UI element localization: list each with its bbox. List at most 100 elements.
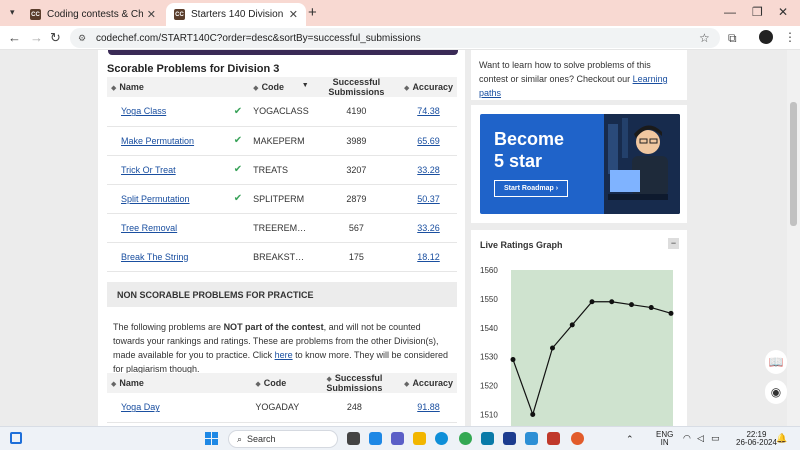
codechef-favicon-icon: CC	[30, 9, 41, 20]
address-toolbar: ← → ↻ ⚙ codechef.com/START140C?order=des…	[0, 26, 800, 50]
address-bar[interactable]: ⚙ codechef.com/START140C?order=desc&sort…	[70, 28, 720, 48]
successful-submissions: 3207	[346, 164, 367, 175]
solved-check-icon: ✔	[233, 135, 243, 146]
language-indicator[interactable]: ENG IN	[656, 431, 673, 447]
accuracy-link[interactable]: 65.69	[417, 136, 440, 146]
code-header[interactable]: ◆ Code ▼	[249, 77, 313, 97]
subs-header[interactable]: Successful Submissions	[312, 77, 401, 97]
teams-icon[interactable]	[391, 432, 404, 445]
rating-point[interactable]	[550, 345, 555, 351]
browser-menu-icon[interactable]: ⋮	[784, 30, 796, 44]
notifications-icon[interactable]: 🔔	[776, 434, 787, 443]
name-header[interactable]: ◆ Name	[107, 77, 230, 97]
tab-coding-contests[interactable]: CC Coding contests & Challenges ✕	[22, 3, 164, 26]
restore-icon[interactable]: ❐	[752, 5, 763, 19]
successful-submissions: 567	[348, 222, 364, 233]
accuracy-link[interactable]: 50.37	[417, 194, 440, 204]
accuracy-link[interactable]: 91.88	[417, 402, 440, 412]
scorable-table: ◆ Name ◆ Code ▼ Successful Submissions ◆ Acc…	[107, 77, 457, 272]
volume-icon[interactable]: ◁	[697, 434, 704, 443]
rating-point[interactable]	[569, 322, 575, 328]
accuracy-header[interactable]: ◆ Accuracy	[400, 77, 457, 97]
problem-name-link[interactable]: Trick Or Treat	[121, 165, 176, 175]
problem-code: TREEREM…	[253, 222, 307, 233]
profile-avatar[interactable]	[759, 30, 773, 44]
problem-name-link[interactable]: Break The String	[121, 252, 188, 262]
close-tab-icon[interactable]: ✕	[289, 8, 298, 21]
app-pen-icon[interactable]	[525, 432, 538, 445]
not-part-bold: NOT part of the contest	[223, 322, 324, 332]
vscode-icon[interactable]	[369, 432, 382, 445]
tab-title: Starters 140 Division 3 (Rated) Co	[191, 9, 285, 20]
problem-name-link[interactable]: Yoga Day	[121, 402, 160, 412]
tab-strip: CC Coding contests & Challenges ✕ CC Sta…	[0, 0, 800, 26]
accuracy-header[interactable]: ◆ Accuracy	[400, 373, 457, 393]
store-icon[interactable]	[481, 432, 494, 445]
minimize-icon[interactable]: —	[724, 5, 736, 19]
table-row: Trick Or Treat ✔ TREATS 3207 33.28	[107, 155, 457, 185]
app-l-icon[interactable]	[503, 432, 516, 445]
show-hidden-icons-icon[interactable]: ⌃	[626, 435, 634, 444]
banner-heading: Become 5 star	[494, 129, 565, 171]
page-scrollbar[interactable]	[787, 50, 800, 426]
start-roadmap-button[interactable]: Start Roadmap ›	[494, 180, 568, 197]
rating-point[interactable]	[629, 302, 634, 308]
accuracy-link[interactable]: 33.26	[417, 223, 440, 233]
wifi-icon[interactable]: ◠	[683, 434, 691, 443]
accuracy-link[interactable]: 18.12	[417, 252, 440, 262]
taskbar-search[interactable]: ⌕ Search	[228, 430, 338, 448]
site-info-icon[interactable]: ⚙	[78, 33, 90, 43]
accuracy-link[interactable]: 33.28	[417, 165, 440, 175]
tab-search-icon[interactable]: ▾	[10, 7, 15, 18]
nonscorable-heading: NON SCORABLE PROBLEMS FOR PRACTICE	[107, 282, 457, 307]
mcafee-icon[interactable]	[547, 432, 560, 445]
close-window-icon[interactable]: ✕	[778, 5, 788, 19]
here-link[interactable]: here	[275, 350, 293, 360]
file-explorer-icon[interactable]	[413, 432, 426, 445]
problem-name-link[interactable]: Yoga Class	[121, 106, 166, 116]
problem-code: TREATS	[253, 164, 289, 175]
problem-name-link[interactable]: Make Permutation	[121, 136, 194, 146]
edge-icon[interactable]	[435, 432, 448, 445]
rating-point[interactable]	[510, 357, 516, 363]
rating-point[interactable]	[530, 411, 536, 417]
reload-icon[interactable]: ↻	[50, 30, 61, 46]
subs-header[interactable]: ◆ Successful Submissions	[308, 373, 401, 393]
problem-name-link[interactable]: Tree Removal	[121, 223, 177, 233]
y-tick-label: 1520	[480, 382, 498, 391]
widgets-icon[interactable]	[10, 432, 22, 444]
back-icon[interactable]: ←	[8, 30, 21, 45]
new-tab-icon[interactable]: +	[308, 4, 317, 21]
sort-desc-icon: ▼	[301, 82, 309, 89]
chrome-icon[interactable]	[459, 432, 472, 445]
close-tab-icon[interactable]: ✕	[147, 8, 156, 21]
become-5-star-banner[interactable]: Become 5 star Start Roadmap ›	[480, 114, 680, 214]
rating-point[interactable]	[589, 299, 595, 305]
code-header[interactable]: ◆ Code	[251, 373, 309, 393]
extensions-icon[interactable]: ⧉	[728, 31, 737, 46]
forward-icon[interactable]: →	[30, 30, 43, 45]
successful-submissions: 4190	[346, 106, 367, 117]
problem-name-link[interactable]: Split Permutation	[121, 194, 190, 204]
rating-point[interactable]	[609, 299, 615, 305]
scrollbar-thumb[interactable]	[790, 102, 797, 226]
start-icon[interactable]	[205, 432, 218, 445]
problem-code: YOGACLASS	[253, 106, 309, 117]
solved-check-icon: ✔	[233, 193, 243, 204]
page-content: Scorable Problems for Division 3 ◆ Name ◆…	[0, 50, 800, 426]
chrome-profile-icon[interactable]	[571, 432, 584, 445]
sort-icon: ◆	[255, 381, 261, 388]
reading-mode-icon[interactable]: 📖	[765, 350, 787, 374]
rating-point[interactable]	[668, 310, 674, 316]
clock[interactable]: 22:19 26-06-2024	[736, 431, 777, 447]
battery-icon[interactable]: ▭	[711, 434, 720, 443]
accuracy-link[interactable]: 74.38	[417, 106, 440, 116]
name-header[interactable]: ◆ Name	[107, 373, 233, 393]
chrome-extension-icon[interactable]: ◉	[765, 380, 787, 404]
task-view-icon[interactable]	[347, 432, 360, 445]
sort-icon: ◆	[326, 376, 332, 383]
table-row: Break The String BREAKST… 175 18.12	[107, 242, 457, 272]
tab-starters-140[interactable]: CC Starters 140 Division 3 (Rated) Co ✕	[166, 3, 306, 26]
bookmark-star-icon[interactable]: ☆	[699, 31, 710, 45]
rating-point[interactable]	[648, 305, 654, 311]
